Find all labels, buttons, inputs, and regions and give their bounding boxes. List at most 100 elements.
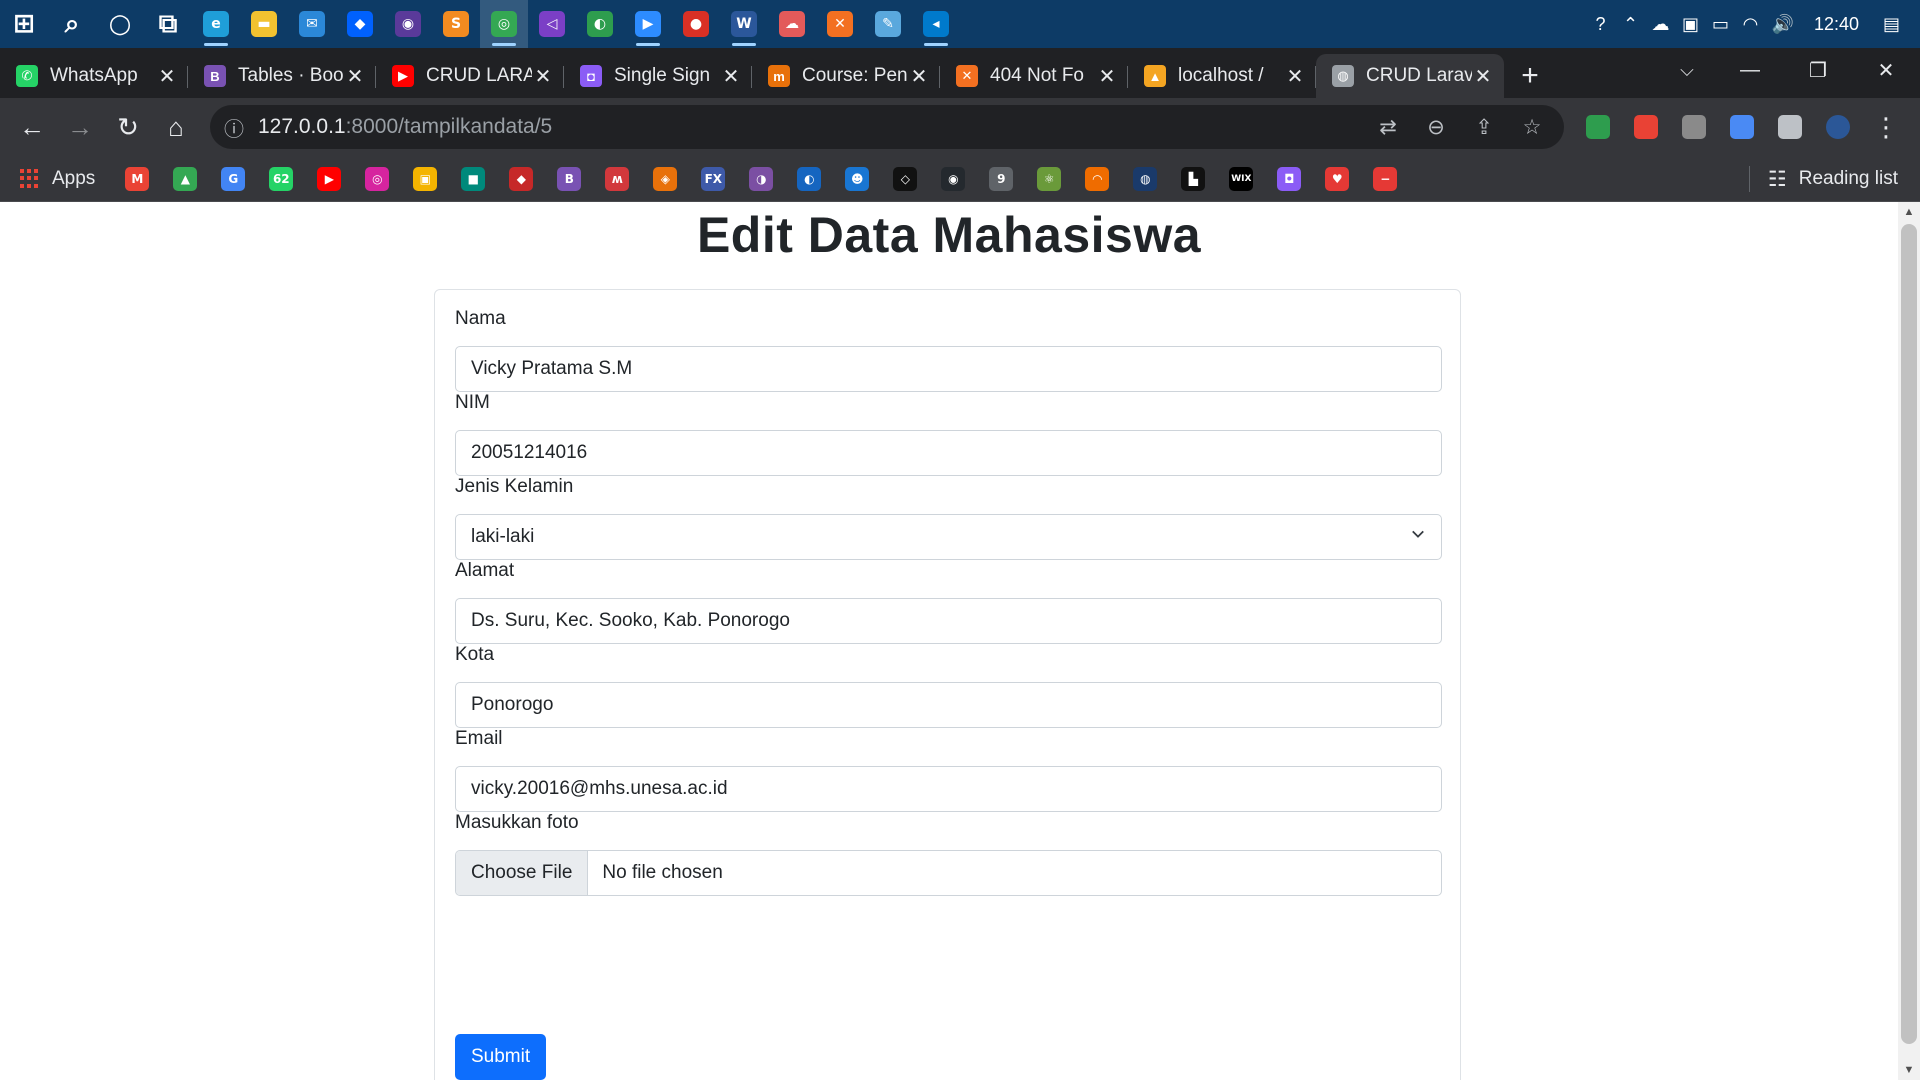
choose-file-button[interactable]: Choose File (456, 851, 589, 895)
tab-search-icon[interactable]: ⌵ (1662, 48, 1712, 92)
zoom-icon[interactable]: ▶ (624, 0, 672, 48)
vscode-icon[interactable]: ◂ (912, 0, 960, 48)
colors-extension-icon[interactable] (1622, 103, 1670, 151)
scrollbar-thumb[interactable] (1901, 224, 1917, 1044)
show-hidden-icons-chevron-icon[interactable]: ⌃ (1616, 0, 1646, 48)
bookmark-heart-icon[interactable]: ♥ (1313, 156, 1361, 202)
bookmark-codepen-icon[interactable]: ◇ (881, 156, 929, 202)
meet-now-icon[interactable]: ▣ (1676, 0, 1706, 48)
email-input[interactable]: vicky.20016@mhs.unesa.ac.id (455, 766, 1442, 812)
zoom-icon[interactable]: ⊖ (1412, 115, 1460, 140)
back-button[interactable]: ← (8, 103, 56, 151)
bookmark-reddit-like-icon[interactable]: ☻ (833, 156, 881, 202)
tb-extension-icon[interactable] (1670, 103, 1718, 151)
browser-tab[interactable]: ▶ CRUD LARA ✕ (376, 54, 564, 98)
close-window-button[interactable]: ✕ (1852, 48, 1920, 92)
bookmark-youtube-icon[interactable]: ▶ (305, 156, 353, 202)
tab-close-icon[interactable]: ✕ (720, 64, 742, 89)
scroll-up-icon[interactable]: ▲ (1898, 206, 1920, 218)
help-icon[interactable]: ? (1586, 0, 1616, 48)
jenis-kelamin-select[interactable]: laki-laki (455, 514, 1442, 560)
github-desktop-icon[interactable]: ◉ (384, 0, 432, 48)
reading-list-button[interactable]: ☷ Reading list (1748, 156, 1898, 202)
search-icon[interactable]: ⌕ (48, 0, 96, 48)
tab-close-icon[interactable]: ✕ (344, 64, 366, 89)
nim-input[interactable]: 20051214016 (455, 430, 1442, 476)
mail-icon[interactable]: ✉ (288, 0, 336, 48)
browser-tab[interactable]: ✆ WhatsApp ✕ (0, 54, 188, 98)
tab-close-icon[interactable]: ✕ (908, 64, 930, 89)
sync-extension-icon[interactable] (1574, 103, 1622, 151)
tab-close-icon[interactable]: ✕ (1096, 64, 1118, 89)
browser-tab[interactable]: ◍ CRUD Larav ✕ (1316, 54, 1504, 98)
bookmark-google-icon[interactable]: G (209, 156, 257, 202)
tab-close-icon[interactable]: ✕ (532, 64, 554, 89)
browser-tab[interactable]: m Course: Pen ✕ (752, 54, 940, 98)
bookmark-wix-icon[interactable]: WIX (1217, 156, 1265, 202)
volume-icon[interactable]: 🔊 (1766, 0, 1800, 48)
profile-avatar[interactable] (1814, 103, 1862, 151)
bookmark-gmail-icon[interactable]: M (113, 156, 161, 202)
docs-extension-icon[interactable] (1718, 103, 1766, 151)
scroll-down-icon[interactable]: ▼ (1898, 1064, 1920, 1076)
windows-start-icon[interactable]: ⊞ (0, 0, 48, 48)
visual-studio-icon[interactable]: ◁ (528, 0, 576, 48)
url-text[interactable]: 127.0.0.1:8000/tampilkandata/5 (258, 115, 552, 139)
home-button[interactable]: ⌂ (152, 103, 200, 151)
wifi-icon[interactable]: ◠ (1736, 0, 1766, 48)
bookmark-star-icon[interactable]: ☆ (1508, 115, 1556, 140)
kota-input[interactable]: Ponorogo (455, 682, 1442, 728)
bookmark-bootstrap-icon[interactable]: B (545, 156, 593, 202)
task-view-icon[interactable]: ⧉ (144, 0, 192, 48)
address-bar[interactable]: ⓘ 127.0.0.1:8000/tampilkandata/5 ⇄ ⊖ ⇪ ☆ (210, 105, 1564, 149)
cloud-app-icon[interactable]: ☁ (768, 0, 816, 48)
bookmark-rainbow-icon[interactable]: ◠ (1073, 156, 1121, 202)
alamat-input[interactable]: Ds. Suru, Kec. Sooko, Kab. Ponorogo (455, 598, 1442, 644)
chrome-menu-icon[interactable]: ⋮ (1862, 103, 1910, 151)
bookmark-blue-blob-icon[interactable]: ◐ (785, 156, 833, 202)
nama-input[interactable]: Vicky Pratama S.M (455, 346, 1442, 392)
share-icon[interactable]: ⇪ (1460, 115, 1508, 140)
sublime-text-icon[interactable]: S (432, 0, 480, 48)
forward-button[interactable]: → (56, 103, 104, 151)
clock[interactable]: 12:40 (1800, 14, 1877, 35)
word-icon[interactable]: W (720, 0, 768, 48)
new-tab-button[interactable]: + (1504, 54, 1556, 98)
browser-tab[interactable]: ✕ 404 Not Fo ✕ (940, 54, 1128, 98)
restore-button[interactable]: ❐ (1784, 48, 1852, 92)
bookmark-whatsapp-badge-icon[interactable]: 62 (257, 156, 305, 202)
bookmark-cube-icon[interactable]: ◆ (497, 156, 545, 202)
bookmark-mendeley-icon[interactable]: ʍ (593, 156, 641, 202)
notification-center-icon[interactable]: ▤ (1877, 0, 1920, 48)
bookmark-shield-icon[interactable]: ◈ (641, 156, 689, 202)
tab-close-icon[interactable]: ✕ (1472, 64, 1494, 89)
extensions-puzzle-icon[interactable] (1766, 103, 1814, 151)
bookmark-unsplash-icon[interactable]: ▙ (1169, 156, 1217, 202)
browser-tab[interactable]: ◘ Single Sign ✕ (564, 54, 752, 98)
screen-recorder-icon[interactable]: ● (672, 0, 720, 48)
bookmark-globe-icon[interactable]: ◍ (1121, 156, 1169, 202)
tab-close-icon[interactable]: ✕ (1284, 64, 1306, 89)
apps-shortcut[interactable]: Apps (20, 168, 95, 190)
page-scrollbar[interactable]: ▲ ▼ (1898, 202, 1920, 1080)
bookmark-drive-icon[interactable]: ▲ (161, 156, 209, 202)
bookmark-nine-icon[interactable]: 9 (977, 156, 1025, 202)
foto-file-input[interactable]: Choose File No file chosen (455, 850, 1442, 896)
bookmark-classroom-icon[interactable]: ▣ (401, 156, 449, 202)
chrome-icon[interactable]: ◎ (480, 0, 528, 48)
bookmark-gamma-icon[interactable]: ◘ (1265, 156, 1313, 202)
bookmark-meet-icon[interactable]: ■ (449, 156, 497, 202)
browser-tab[interactable]: B Tables · Boo ✕ (188, 54, 376, 98)
bookmark-red-square-icon[interactable]: − (1361, 156, 1409, 202)
cortana-icon[interactable]: ○ (96, 0, 144, 48)
battery-icon[interactable]: ▭ (1706, 0, 1736, 48)
site-info-icon[interactable]: ⓘ (210, 113, 258, 142)
bookmark-fx-icon[interactable]: FX (689, 156, 737, 202)
tab-close-icon[interactable]: ✕ (156, 64, 178, 89)
onedrive-icon[interactable]: ☁ (1646, 0, 1676, 48)
notepad-icon[interactable]: ✎ (864, 0, 912, 48)
xampp-icon[interactable]: ✕ (816, 0, 864, 48)
translate-icon[interactable]: ⇄ (1364, 115, 1412, 140)
minimize-button[interactable]: — (1716, 48, 1784, 92)
dropbox-icon[interactable]: ◆ (336, 0, 384, 48)
